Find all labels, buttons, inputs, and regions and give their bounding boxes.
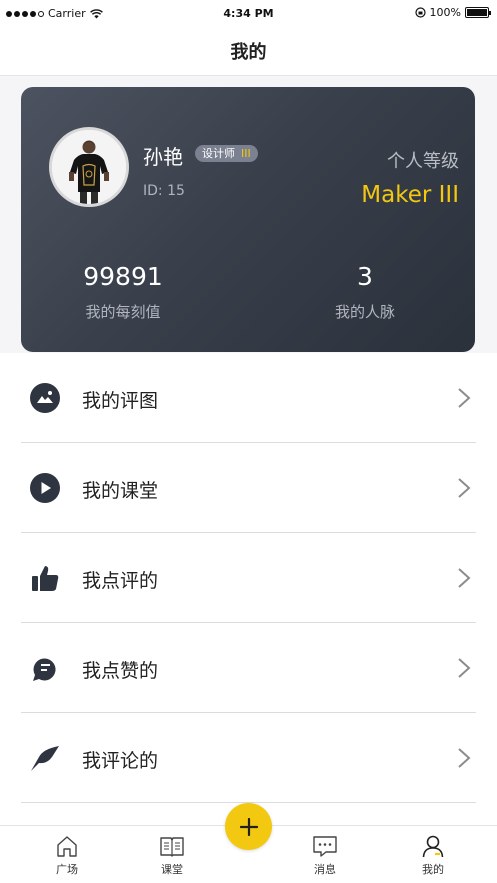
avatar[interactable] xyxy=(49,127,129,207)
comment-arrow-icon xyxy=(31,746,59,771)
stat-label: 我的每刻值 xyxy=(85,303,161,321)
menu-item-my-comments[interactable]: 我评论的 xyxy=(0,713,497,803)
tab-square[interactable]: 广场 xyxy=(37,834,97,877)
home-icon xyxy=(57,836,77,857)
stat-value: 99891 xyxy=(83,262,163,291)
book-icon xyxy=(160,837,184,857)
chevron-right-icon xyxy=(458,388,471,408)
nav-bar: 我的 xyxy=(0,26,497,76)
role-badge: 设计师 III xyxy=(195,145,258,162)
chevron-right-icon xyxy=(458,658,471,678)
menu-item-label: 我点赞的 xyxy=(82,660,159,682)
plus-icon xyxy=(239,817,258,836)
status-bar: Carrier 4:34 PM 100% xyxy=(0,0,497,26)
user-icon xyxy=(422,835,444,858)
play-icon xyxy=(30,473,60,503)
role-label: 设计师 xyxy=(202,147,235,160)
user-id: ID: 15 xyxy=(143,183,185,199)
user-name: 孙艳 xyxy=(143,145,183,169)
stat-connections[interactable]: 3 我的人脉 xyxy=(265,262,465,322)
battery-icon xyxy=(465,7,491,18)
stat-moment-value[interactable]: 99891 我的每刻值 xyxy=(23,262,223,322)
menu-item-my-classes[interactable]: 我的课堂 xyxy=(0,443,497,533)
thumbs-up-icon xyxy=(32,566,59,591)
stat-label: 我的人脉 xyxy=(334,303,395,321)
stat-value: 3 xyxy=(357,262,373,291)
menu-item-my-likes[interactable]: 我点赞的 xyxy=(0,623,497,713)
profile-card[interactable]: 孙艳 设计师 III ID: 15 个人等级 Maker III 99891 我… xyxy=(21,87,475,352)
tab-label: 课堂 xyxy=(161,863,183,876)
tab-me[interactable]: 我的 xyxy=(403,834,463,877)
orientation-lock-icon xyxy=(414,7,426,18)
tab-label: 消息 xyxy=(314,863,336,876)
menu-item-label: 我评论的 xyxy=(82,750,159,772)
tab-classroom[interactable]: 课堂 xyxy=(142,834,202,877)
level-value: Maker III xyxy=(361,182,459,208)
image-icon xyxy=(30,383,60,413)
menu-item-label: 我点评的 xyxy=(82,570,159,592)
battery-info: 100% xyxy=(414,6,491,19)
menu-item-my-reviews[interactable]: 我的评图 xyxy=(0,353,497,443)
chevron-right-icon xyxy=(458,568,471,588)
tab-messages[interactable]: 消息 xyxy=(295,834,355,877)
level-label: 个人等级 xyxy=(387,151,459,172)
tab-label: 我的 xyxy=(422,863,444,876)
battery-percent: 100% xyxy=(429,6,461,19)
screen: Carrier 4:34 PM 100% 我的 孙艳 设计师 III ID: 1… xyxy=(0,0,497,883)
message-icon xyxy=(313,836,337,857)
menu-list: 我的评图 我的课堂 我点评的 我点赞的 我评论的 xyxy=(0,353,497,825)
role-level: III xyxy=(241,147,251,160)
page-title: 我的 xyxy=(230,41,267,63)
tab-label: 广场 xyxy=(56,863,78,876)
chevron-right-icon xyxy=(458,748,471,768)
menu-item-label: 我的评图 xyxy=(82,390,159,412)
avatar-photo xyxy=(52,130,126,204)
menu-item-my-critiques[interactable]: 我点评的 xyxy=(0,533,497,623)
chat-bubble-icon xyxy=(33,658,56,681)
add-button[interactable] xyxy=(225,803,272,850)
chevron-right-icon xyxy=(458,478,471,498)
menu-item-label: 我的课堂 xyxy=(82,480,159,502)
